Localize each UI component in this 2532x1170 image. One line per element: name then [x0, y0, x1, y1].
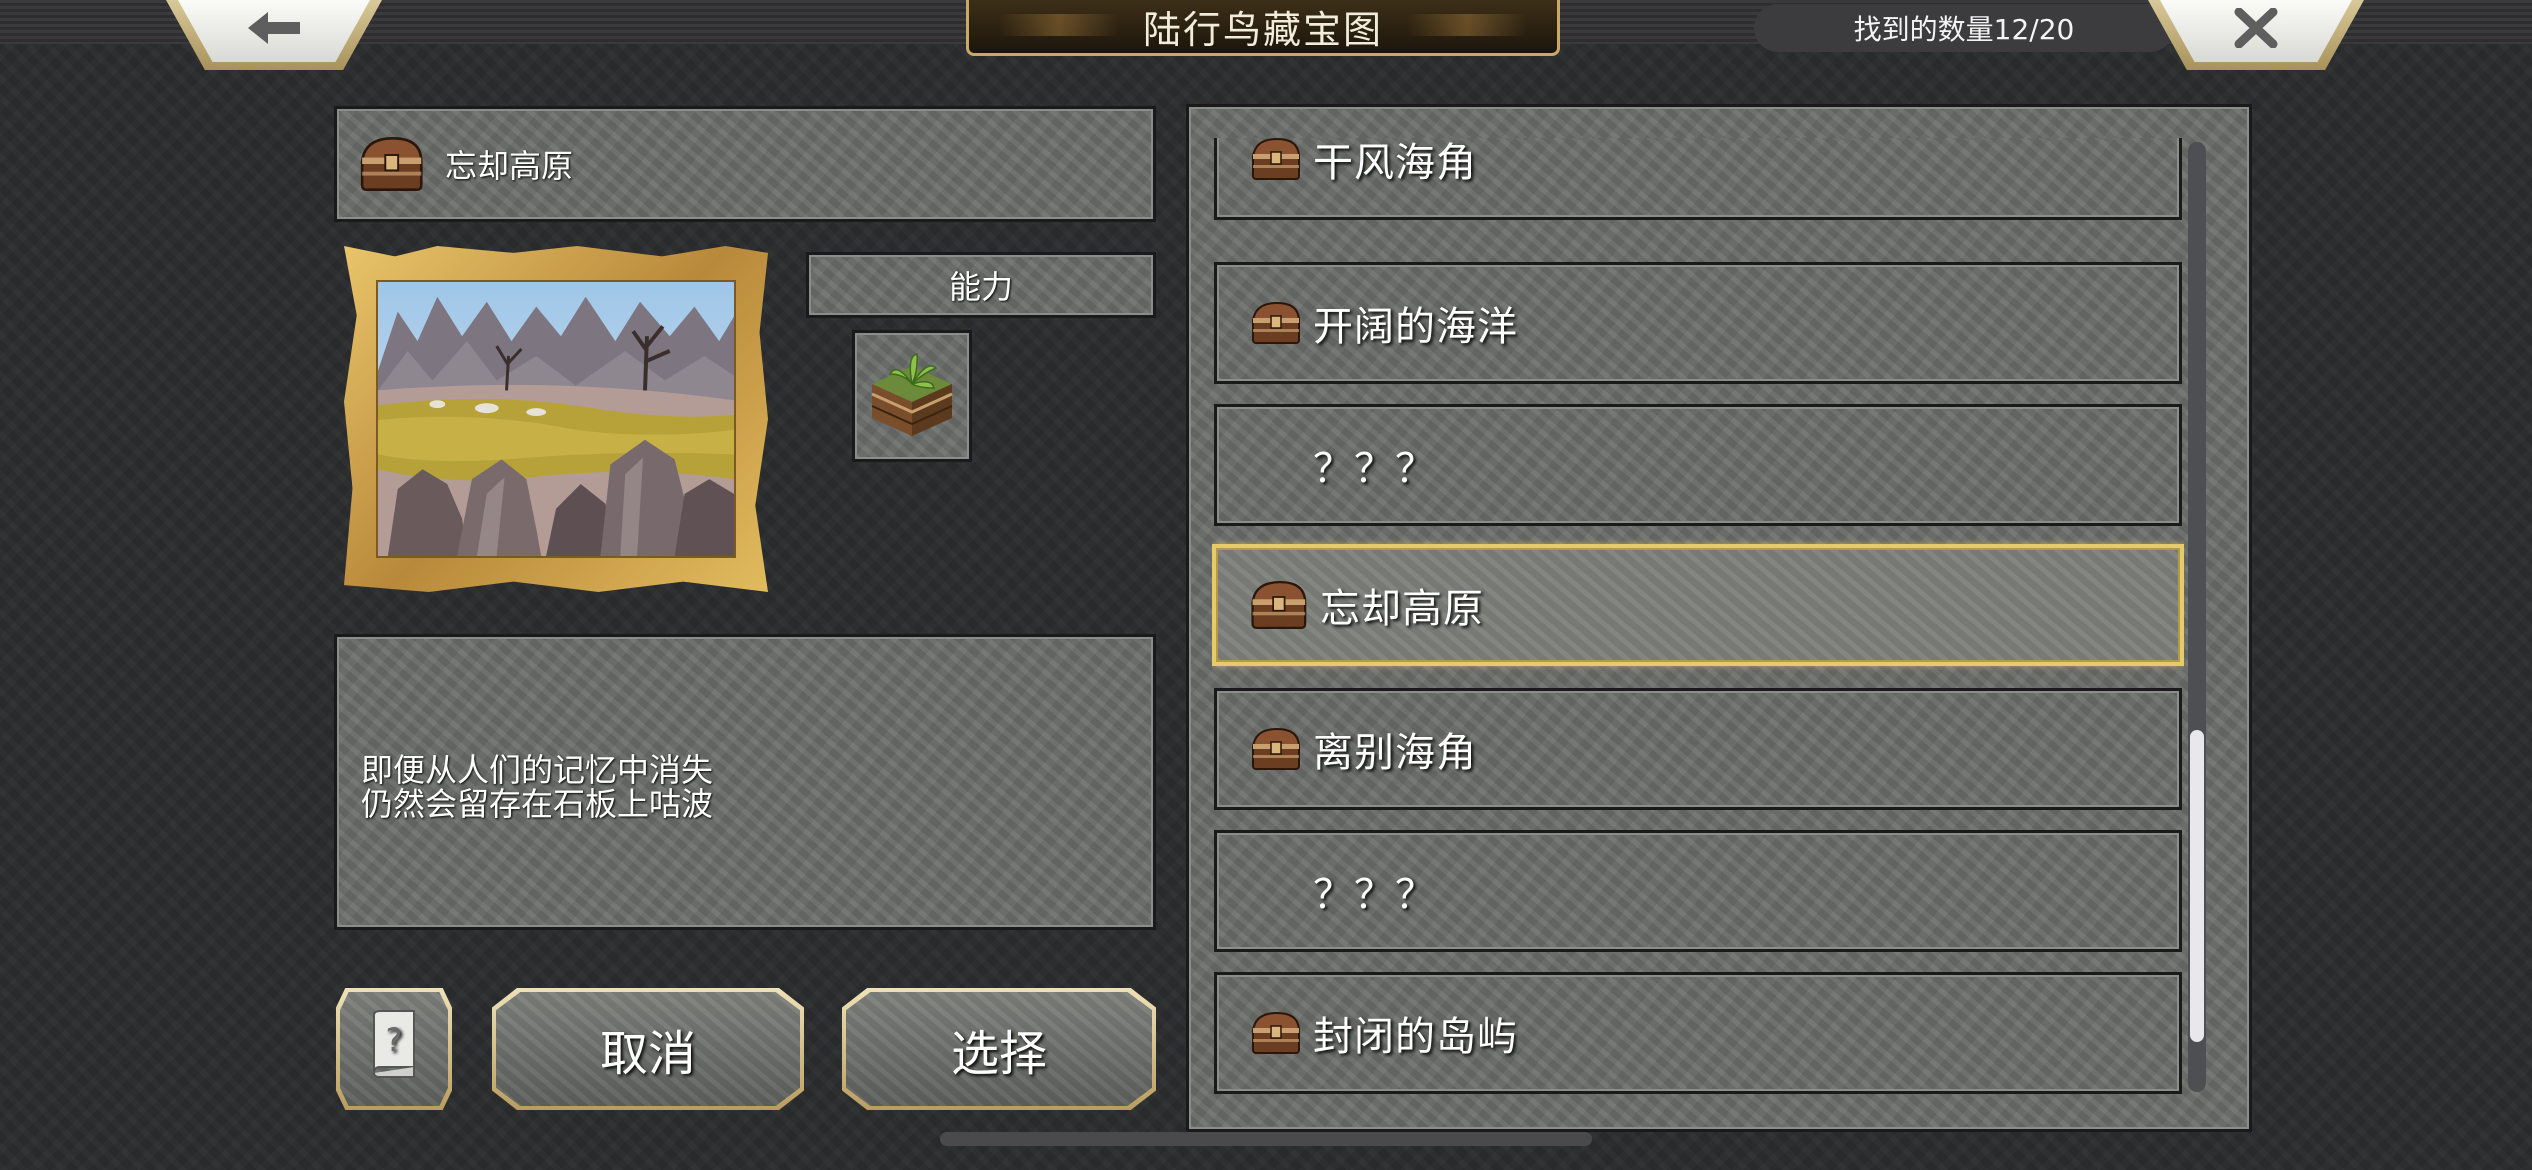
list-item[interactable]: ？？？ [1214, 830, 2182, 952]
found-count-text: 找到的数量12/20 [1853, 13, 2075, 46]
list-item-label: 干风海角 [1313, 140, 1477, 186]
treasure-chest-icon [1249, 1009, 1305, 1057]
treasure-map-list[interactable]: 干风海角 开阔的海洋 ？？？ 忘却高原 离别海角 ？？？ 封闭的岛屿 [1212, 138, 2184, 1096]
page-title: 陆行鸟藏宝图 [1142, 8, 1383, 52]
description-line-2: 仍然会留存在石板上咕波 [361, 785, 714, 823]
list-item[interactable]: 干风海角 [1214, 138, 2182, 220]
help-button[interactable]: ? [336, 988, 452, 1110]
back-button[interactable] [166, 0, 382, 70]
list-item[interactable]: 开阔的海洋 [1214, 262, 2182, 384]
ability-slot[interactable] [852, 330, 972, 462]
home-indicator[interactable] [940, 1132, 1592, 1146]
svg-text:?: ? [386, 1021, 403, 1059]
treasure-chest-icon [1249, 725, 1305, 773]
selected-map-name: 忘却高原 [445, 147, 574, 185]
list-item[interactable]: 封闭的岛屿 [1214, 972, 2182, 1094]
cancel-button-label: 取消 [599, 1026, 696, 1082]
list-item-label: 封闭的岛屿 [1313, 1014, 1518, 1060]
close-button[interactable] [2148, 0, 2364, 70]
help-book-icon: ? [364, 1007, 424, 1091]
map-landscape-image [376, 280, 736, 558]
treasure-chest-icon [1249, 299, 1305, 347]
treasure-chest-icon [1249, 138, 1305, 183]
list-item-label: 离别海角 [1313, 730, 1477, 776]
treasure-chest-icon [1248, 577, 1312, 633]
description-box: 即便从人们的记忆中消失 仍然会留存在石板上咕波 [334, 634, 1156, 930]
list-scrollbar-thumb[interactable] [2190, 730, 2204, 1042]
selected-map-name-bar: 忘却高原 [334, 106, 1156, 222]
select-button-label: 选择 [950, 1026, 1047, 1082]
found-count-badge: 找到的数量12/20 [1754, 4, 2174, 52]
treasure-chest-icon [357, 133, 429, 195]
list-item-label: 开阔的海洋 [1313, 304, 1518, 350]
list-item[interactable]: 离别海角 [1214, 688, 2182, 810]
title-plate: 陆行鸟藏宝图 [966, 0, 1560, 56]
list-item[interactable]: ？？？ [1214, 404, 2182, 526]
description-line-1: 即便从人们的记忆中消失 [361, 751, 714, 789]
select-button[interactable]: 选择 [842, 988, 1156, 1110]
list-item-selected[interactable]: 忘却高原 [1212, 544, 2184, 666]
list-item-label: ？？？ [1313, 446, 1436, 492]
ability-label-text: 能力 [948, 268, 1013, 306]
list-item-label: 忘却高原 [1320, 586, 1484, 632]
ability-label: 能力 [806, 252, 1156, 318]
close-x-icon [2233, 5, 2279, 57]
grass-block-icon [862, 344, 962, 448]
cancel-button[interactable]: 取消 [492, 988, 804, 1110]
list-item-label: ？？？ [1313, 872, 1436, 918]
arrow-left-icon [244, 5, 304, 57]
